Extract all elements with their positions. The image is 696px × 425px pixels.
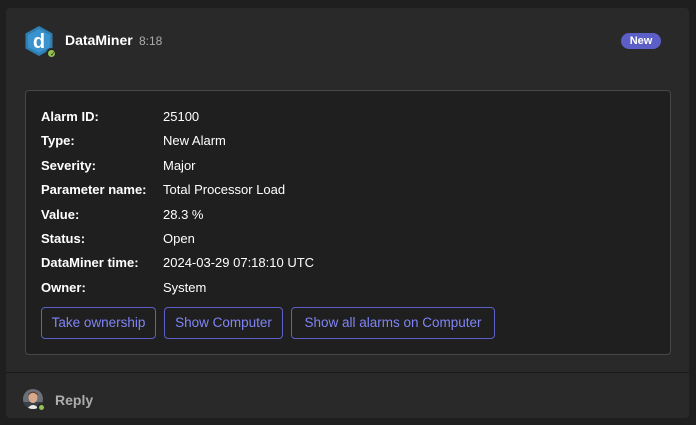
fact-label: Parameter name: — [41, 182, 147, 197]
fact-value: Major — [163, 158, 196, 173]
reply-bar[interactable]: Reply — [6, 373, 689, 418]
fact-value: Open — [163, 231, 195, 246]
presence-available-icon — [37, 403, 46, 412]
fact-value: New Alarm — [163, 133, 226, 148]
fact-label: Severity: — [41, 158, 96, 173]
take-ownership-button[interactable]: Take ownership — [41, 307, 156, 339]
fact-value: 25100 — [163, 109, 200, 124]
fact-label: Alarm ID: — [41, 109, 99, 124]
fact-label: Status: — [41, 231, 86, 246]
bot-avatar[interactable]: d ✓ — [23, 25, 57, 59]
fact-label: Type: — [41, 133, 75, 148]
show-all-alarms-button[interactable]: Show all alarms on Computer — [291, 307, 495, 339]
show-computer-button[interactable]: Show Computer — [164, 307, 283, 339]
fact-label: Owner: — [41, 280, 86, 295]
user-avatar — [23, 389, 46, 412]
fact-value: 2024-03-29 07:18:10 UTC — [163, 255, 315, 270]
message-post: d ✓ DataMiner 8:18 New Alarm ID: 25100 T… — [6, 8, 689, 372]
fact-value: 28.3 % — [163, 207, 204, 222]
fact-label: DataMiner time: — [41, 255, 139, 270]
message-timestamp: 8:18 — [139, 34, 163, 48]
fact-value: Total Processor Load — [163, 182, 286, 197]
reply-button[interactable]: Reply — [55, 392, 93, 408]
svg-text:d: d — [33, 31, 45, 53]
presence-available-icon: ✓ — [46, 48, 57, 59]
sender-name[interactable]: DataMiner — [65, 32, 133, 48]
fact-label: Value: — [41, 207, 80, 222]
fact-value: System — [163, 280, 207, 295]
alarm-card: Alarm ID: 25100 Type: New Alarm Severity… — [25, 90, 671, 355]
new-badge: New — [621, 33, 661, 49]
message-thread: d ✓ DataMiner 8:18 New Alarm ID: 25100 T… — [6, 8, 689, 418]
